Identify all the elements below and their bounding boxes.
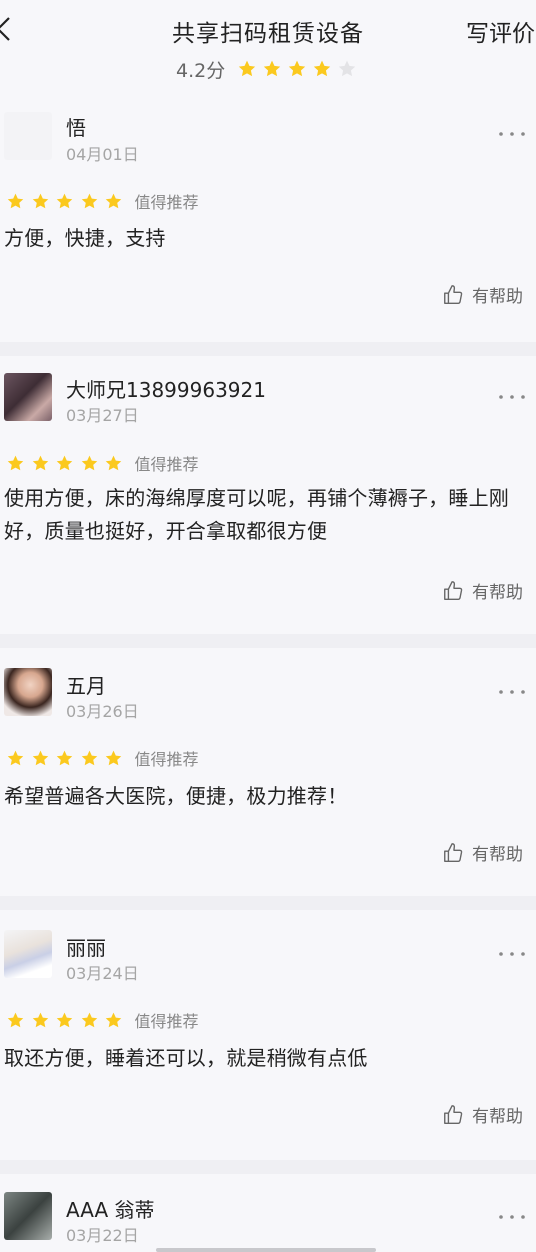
username[interactable]: 五月 [66,670,106,699]
helpful-label: 有帮助 [472,845,523,865]
review-date: 03月24日 [66,964,139,983]
review-item: 五月 03月26日 值得推荐 希望普遍各大医院，便捷，极力推荐！ 有帮助 [0,648,536,908]
review-date: 04月01日 [66,145,139,164]
star-icon [32,1012,48,1027]
star-icon [314,60,331,77]
review-content: 希望普遍各大医院，便捷，极力推荐！ [4,784,348,808]
review-stars: 值得推荐 [6,746,199,770]
avatar[interactable] [4,373,52,421]
review-item: 大师兄13899963921 03月27日 值得推荐 使用方便，床的海绵厚度可以… [0,356,536,636]
star-icon [105,455,122,470]
thumbs-up-icon [444,580,463,600]
star-icon [56,193,73,208]
review-item: 悟 04月01日 值得推荐 方便，快捷，支持 有帮助 [0,100,536,340]
review-content: 方便，快捷，支持 [4,226,166,250]
star-icon [239,60,256,77]
review-date: 03月22日 [66,1226,139,1245]
divider [0,634,536,648]
overall-rating: 4.2分 [176,56,362,82]
star-icon [81,193,97,208]
star-icon [105,193,122,208]
username[interactable]: AAA 翁蒂 [66,1194,155,1223]
review-stars: 值得推荐 [6,189,199,213]
recommend-label: 值得推荐 [134,1012,199,1031]
more-icon[interactable] [498,393,526,401]
star-icon [56,1012,73,1027]
star-icon [32,455,48,470]
star-icon [32,193,48,208]
helpful-label: 有帮助 [472,583,523,603]
star-icon [81,455,97,470]
star-icon [7,455,24,470]
avatar[interactable] [4,1192,52,1240]
helpful-button[interactable]: 有帮助 [442,840,523,865]
header: 共享扫码租赁设备 写评价 4.2分 [0,0,536,100]
thumbs-up-icon [444,842,463,862]
star-icon [32,750,48,765]
review-date: 03月27日 [66,406,139,425]
rating-score: 4.2分 [176,59,226,82]
divider [0,1160,536,1174]
recommend-label: 值得推荐 [134,750,199,769]
helpful-button[interactable]: 有帮助 [442,1102,523,1127]
avatar[interactable] [4,668,52,716]
review-content: 取还方便，睡着还可以，就是稍微有点低 [4,1046,368,1070]
review-date: 03月26日 [66,702,139,721]
star-icon [264,60,281,77]
review-stars: 值得推荐 [6,451,199,475]
divider [0,896,536,910]
username[interactable]: 丽丽 [66,932,106,961]
more-icon[interactable] [498,1213,526,1221]
star-icon [289,60,306,77]
reviews-page: 共享扫码租赁设备 写评价 4.2分 悟 04月01日 值得推荐 方便，快捷，支持… [0,0,536,1252]
star-icon [56,455,73,470]
thumbs-up-icon [444,284,463,304]
page-title: 共享扫码租赁设备 [172,21,364,47]
review-item: 丽丽 03月24日 值得推荐 取还方便，睡着还可以，就是稍微有点低 有帮助 [0,910,536,1170]
helpful-label: 有帮助 [472,1107,523,1127]
thumbs-up-icon [444,1104,463,1124]
divider [0,342,536,356]
star-icon [7,750,24,765]
username[interactable]: 悟 [66,112,86,141]
star-icon [7,1012,24,1027]
star-icon [81,1012,97,1027]
avatar[interactable] [4,930,52,978]
star-icon [81,750,97,765]
star-icon [56,750,73,765]
more-icon[interactable] [498,950,526,958]
helpful-button[interactable]: 有帮助 [442,578,523,603]
more-icon[interactable] [498,688,526,696]
home-indicator [156,1248,376,1252]
review-content: 使用方便，床的海绵厚度可以呢，再铺个薄褥子，睡上刚好，质量也挺好，开合拿取都很方… [4,486,509,543]
review-stars: 值得推荐 [6,1008,199,1032]
star-icon [105,1012,122,1027]
write-review-button[interactable]: 写评价 [466,14,535,48]
review-item: AAA 翁蒂 03月22日 [0,1174,536,1252]
recommend-label: 值得推荐 [134,193,199,212]
helpful-label: 有帮助 [472,287,523,307]
rating-stars [237,59,362,79]
star-icon [7,193,24,208]
recommend-label: 值得推荐 [134,455,199,474]
more-icon[interactable] [498,130,526,138]
username[interactable]: 大师兄13899963921 [66,374,266,403]
star-empty-icon [339,60,356,77]
avatar[interactable] [4,112,52,160]
star-icon [105,750,122,765]
helpful-button[interactable]: 有帮助 [442,282,523,307]
